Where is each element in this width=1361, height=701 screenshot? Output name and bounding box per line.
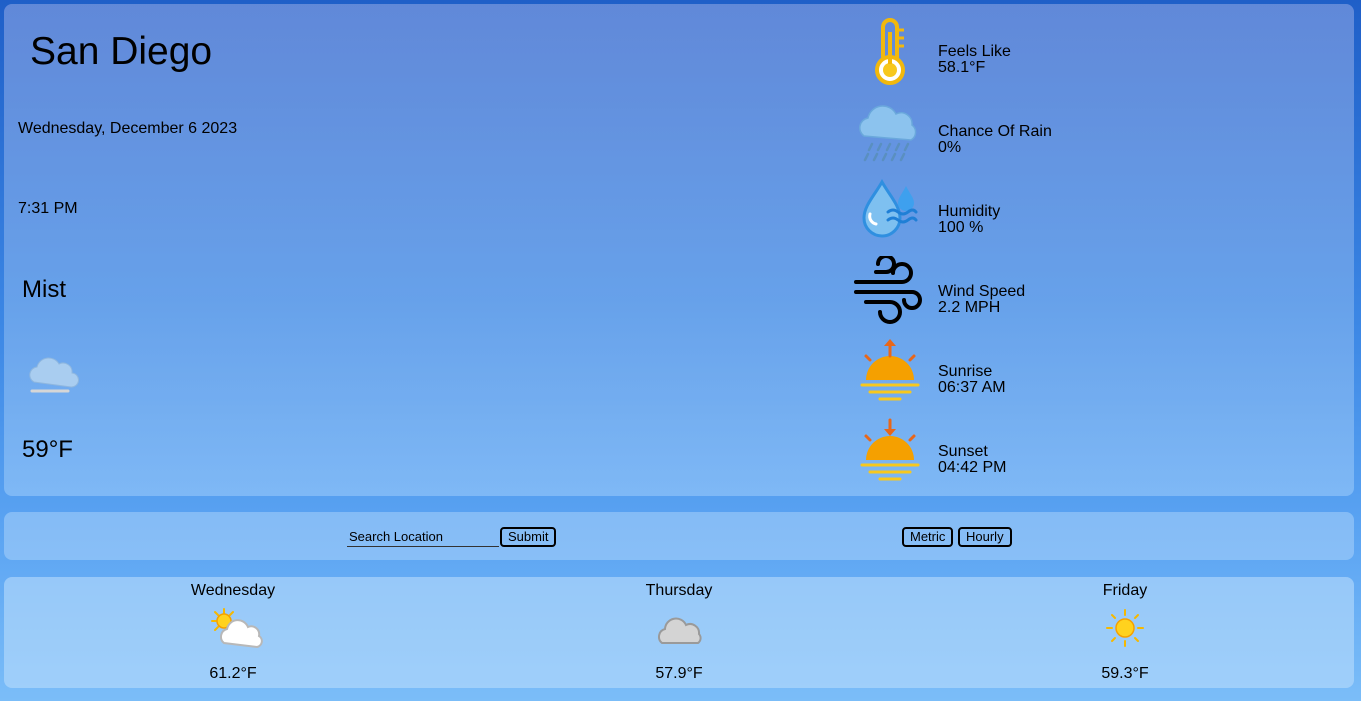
search-panel: Submit Metric Hourly [4,512,1354,560]
partly-cloudy-icon [208,607,263,651]
wind-icon [852,254,924,326]
stat-label: Sunset [938,443,988,460]
stat-chance-of-rain: Chance Of Rain 0% [852,96,1152,166]
stat-wind-speed: Wind Speed 2.2 MPH [852,254,1152,326]
forecast-temperature: 61.2°F [209,665,257,682]
stat-feels-like: Feels Like 58.1°F [852,16,1152,86]
metric-toggle-button[interactable]: Metric [902,527,954,547]
forecast-day-name: Wednesday [190,582,276,599]
forecast-temperature: 57.9°F [655,665,703,682]
current-temperature: 59°F [22,436,73,463]
stat-value: 58.1°F [938,59,986,76]
stat-label: Sunrise [938,363,993,380]
submit-button[interactable]: Submit [500,527,557,547]
stat-value: 2.2 MPH [938,299,1001,316]
hourly-button[interactable]: Hourly [958,527,1012,547]
forecast-day: Friday 59.3°F [1025,577,1225,688]
sun-icon [1100,607,1150,651]
humidity-drop-icon [852,176,924,246]
stat-label: Feels Like [938,43,1011,60]
stat-label: Humidity [938,203,1001,220]
current-weather-panel: San Diego Wednesday, December 6 2023 7:3… [4,4,1354,496]
current-date: Wednesday, December 6 2023 [18,120,238,137]
current-time: 7:31 PM [18,200,78,217]
sunset-icon [852,416,924,486]
cloud-icon [654,607,704,651]
stat-label: Chance Of Rain [938,123,1052,140]
forecast-day: Wednesday 61.2°F [133,577,333,688]
stat-humidity: Humidity 100 % [852,176,1152,246]
search-form [347,526,499,547]
forecast-temperature: 59.3°F [1101,665,1149,682]
stat-label: Wind Speed [938,283,1026,300]
thermometer-icon [852,16,924,86]
rain-cloud-icon [852,96,924,166]
forecast-day-name: Thursday [645,582,713,599]
stat-sunset: Sunset 04:42 PM [852,416,1152,486]
mist-cloud-icon [24,352,80,402]
stat-value: 04:42 PM [938,459,1007,476]
stat-value: 100 % [938,219,984,236]
stat-value: 0% [938,139,962,156]
forecast-panel: Wednesday 61.2°F Thursday 57.9°F Friday [4,577,1354,688]
weather-description: Mist [22,276,66,303]
stat-value: 06:37 AM [938,379,1006,396]
search-input[interactable] [347,526,499,547]
forecast-day-name: Friday [1102,582,1148,599]
forecast-day: Thursday 57.9°F [579,577,779,688]
sunrise-icon [852,336,924,406]
city-name: San Diego [30,30,213,73]
stat-sunrise: Sunrise 06:37 AM [852,336,1152,406]
